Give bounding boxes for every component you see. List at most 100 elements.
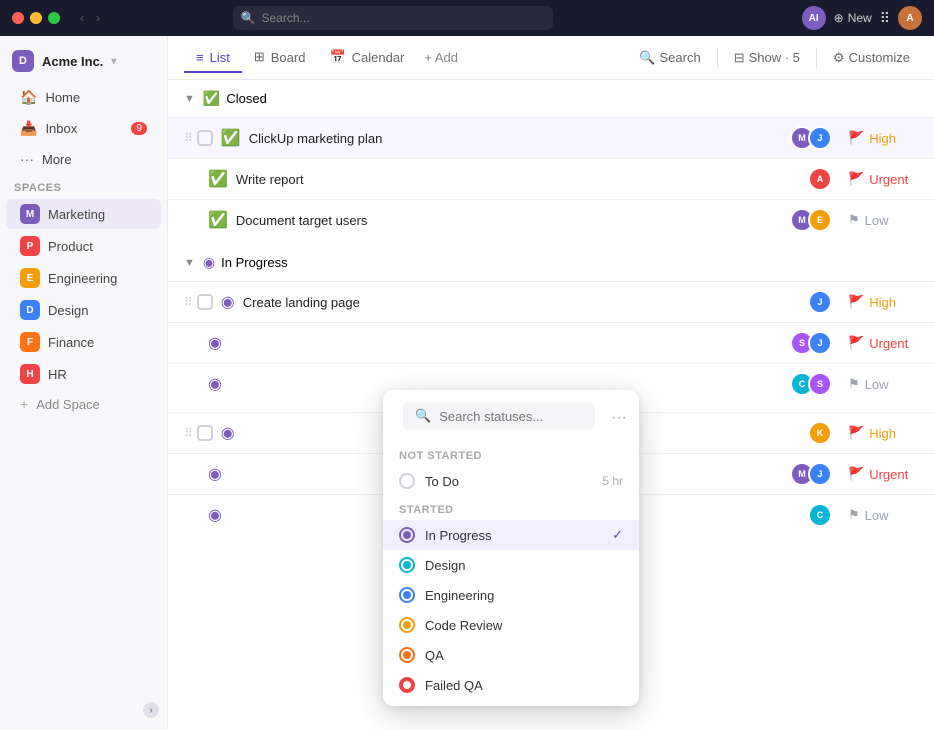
add-space-button[interactable]: + Add Space [6, 391, 161, 417]
workspace-header[interactable]: D Acme Inc. ▾ [0, 44, 167, 78]
inprogress-icon: ◉ [203, 254, 215, 271]
sidebar-item-engineering[interactable]: E Engineering [6, 263, 161, 293]
search-button[interactable]: 🔍 Search [631, 46, 708, 70]
todo-time: 5 hr [602, 474, 623, 488]
task-avatars: M J [790, 126, 832, 150]
show-icon: ⊟ [734, 50, 745, 66]
table-row[interactable]: ✅ Write report A 🚩 Urgent [168, 158, 934, 199]
dropdown-more-button[interactable]: ··· [611, 409, 627, 427]
task-status-icon[interactable]: ✅ [208, 169, 228, 189]
status-qa[interactable]: QA [383, 640, 639, 670]
sidebar-item-design[interactable]: D Design [6, 295, 161, 325]
close-dot[interactable] [12, 12, 24, 24]
sidebar-item-finance[interactable]: F Finance [6, 327, 161, 357]
priority-badge: 🚩 Urgent [848, 171, 918, 187]
group-inprogress-header[interactable]: ▼ ◉ In Progress [168, 244, 934, 281]
group-closed-header[interactable]: ▼ ✅ Closed [168, 80, 934, 117]
avatar: A [808, 167, 832, 191]
priority-label: Urgent [869, 172, 908, 187]
priority-badge: 🚩 High [848, 130, 918, 146]
home-label: Home [45, 90, 80, 105]
check-icon: ✓ [612, 527, 623, 543]
priority-label: High [869, 426, 896, 441]
tab-board[interactable]: ⊞ Board [242, 43, 318, 73]
task-checkbox[interactable] [197, 425, 213, 441]
sidebar-collapse-button[interactable]: › [143, 702, 159, 718]
closed-status: ✅ Closed [203, 90, 267, 107]
not-started-section: NOT STARTED [383, 442, 639, 466]
task-status-icon[interactable]: ✅ [208, 210, 228, 230]
task-avatars: C [808, 503, 832, 527]
spaces-section-label: Spaces [0, 174, 167, 198]
task-checkbox[interactable] [197, 130, 213, 146]
status-engineering[interactable]: Engineering [383, 580, 639, 610]
search-placeholder: Search... [262, 11, 310, 25]
task-status-icon[interactable]: ◉ [208, 374, 222, 394]
task-status-icon[interactable]: ◉ [208, 505, 222, 525]
back-arrow[interactable]: ‹ [76, 9, 88, 27]
sidebar-item-product[interactable]: P Product [6, 231, 161, 261]
marketing-dot: M [20, 204, 40, 224]
priority-badge: 🚩 High [848, 294, 918, 310]
status-design[interactable]: Design [383, 550, 639, 580]
search-icon: 🔍 [415, 408, 431, 424]
status-failed-qa[interactable]: Failed QA [383, 670, 639, 700]
task-checkbox[interactable] [197, 294, 213, 310]
drag-handle: ⠿ [184, 295, 193, 309]
ai-badge[interactable]: AI [802, 6, 826, 30]
table-row[interactable]: ◉ S J 🚩 Urgent [168, 322, 934, 363]
avatar: J [808, 126, 832, 150]
avatar: C [808, 503, 832, 527]
status-todo[interactable]: To Do 5 hr [383, 466, 639, 496]
status-search[interactable]: 🔍 [403, 402, 595, 430]
design-status-icon [399, 557, 415, 573]
table-row[interactable]: ✅ Document target users M E ⚑ Low [168, 199, 934, 240]
nav-arrows: ‹ › [76, 9, 104, 27]
hr-dot: H [20, 364, 40, 384]
flag-icon: 🚩 [848, 335, 864, 351]
apps-icon[interactable]: ⠿ [880, 10, 890, 27]
task-area: ▼ ✅ Closed ⠿ ✅ ClickUp marketing plan M … [168, 80, 934, 730]
task-avatars: M J [790, 462, 832, 486]
add-view-button[interactable]: + Add [416, 46, 466, 69]
sidebar-item-inbox[interactable]: 📥 Inbox 9 [6, 114, 161, 143]
board-icon: ⊞ [254, 49, 265, 65]
show-button[interactable]: ⊟ Show · 5 [726, 46, 808, 70]
tab-list[interactable]: ≡ List [184, 44, 242, 73]
minimize-dot[interactable] [30, 12, 42, 24]
task-status-icon[interactable]: ◉ [208, 464, 222, 484]
forward-arrow[interactable]: › [92, 9, 104, 27]
user-avatar[interactable]: A [898, 6, 922, 30]
search-icon: 🔍 [241, 11, 256, 25]
status-code-review[interactable]: Code Review [383, 610, 639, 640]
maximize-dot[interactable] [48, 12, 60, 24]
more-label: More [42, 152, 72, 167]
sidebar-item-more[interactable]: ··· More [6, 145, 161, 173]
priority-badge: 🚩 High [848, 425, 918, 441]
nav-divider2 [816, 48, 817, 68]
global-search-bar[interactable]: 🔍 Search... [233, 6, 553, 30]
task-status-icon[interactable]: ◉ [221, 292, 235, 312]
priority-badge: 🚩 Urgent [848, 466, 918, 482]
task-avatars: C S [790, 372, 832, 396]
task-status-icon[interactable]: ✅ [221, 128, 241, 148]
table-row[interactable]: ⠿ ✅ ClickUp marketing plan M J 🚩 High [168, 117, 934, 158]
task-name: Create landing page [243, 295, 808, 310]
priority-label: Urgent [869, 467, 908, 482]
status-search-input[interactable] [439, 409, 583, 424]
task-status-icon[interactable]: ◉ [221, 423, 235, 443]
task-status-icon[interactable]: ◉ [208, 333, 222, 353]
customize-button[interactable]: ⚙ Customize [825, 46, 918, 70]
new-button[interactable]: ⊕ New [834, 11, 872, 25]
engineering-item-label: Engineering [425, 588, 494, 603]
avatar: J [808, 290, 832, 314]
view-tabs: ≡ List ⊞ Board 📅 Calendar + Add [184, 43, 466, 72]
tab-calendar[interactable]: 📅 Calendar [317, 43, 416, 73]
inprogress-label: In Progress [221, 255, 287, 270]
drag-handle: ⠿ [184, 426, 193, 440]
status-in-progress[interactable]: In Progress ✓ [383, 520, 639, 550]
table-row[interactable]: ⠿ ◉ Create landing page J 🚩 High [168, 281, 934, 322]
sidebar-item-hr[interactable]: H HR [6, 359, 161, 389]
sidebar-item-home[interactable]: 🏠 Home [6, 83, 161, 112]
sidebar-item-marketing[interactable]: M Marketing [6, 199, 161, 229]
